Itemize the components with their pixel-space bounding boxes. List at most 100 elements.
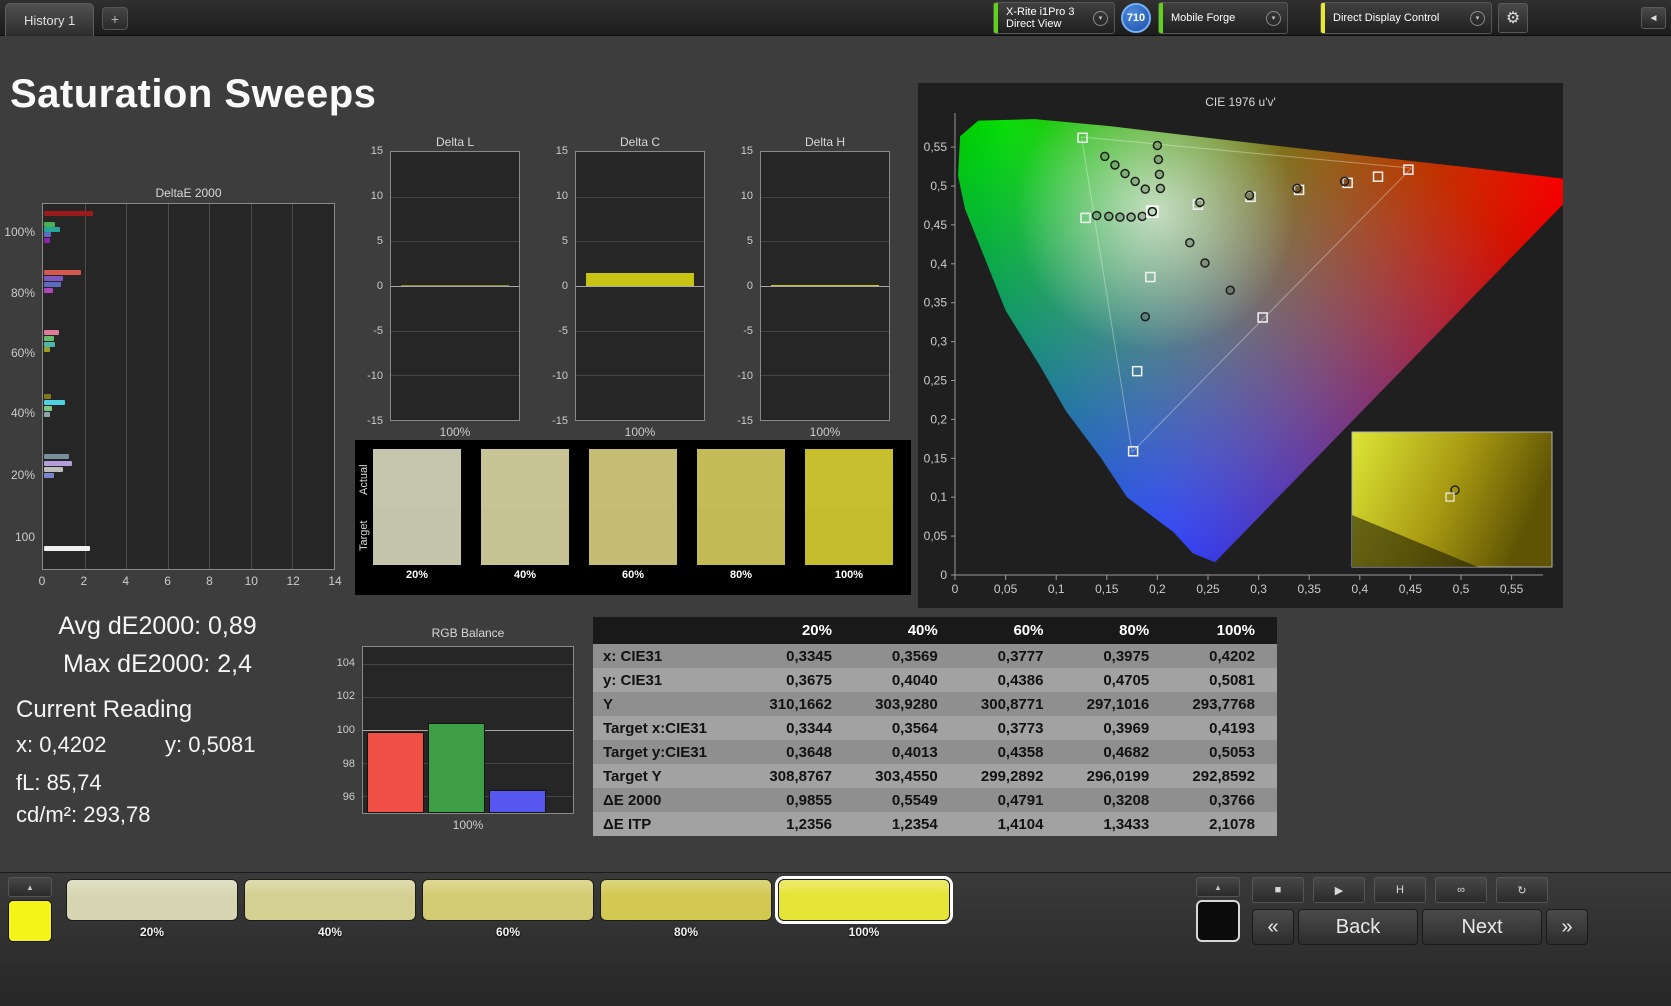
meter-count-badge[interactable]: 710 — [1121, 3, 1151, 33]
axis-tick-label: -10 — [737, 370, 753, 382]
saturation-patch-60%[interactable]: 60% — [422, 879, 594, 943]
add-tab-button[interactable]: + — [102, 7, 128, 30]
saturation-patch-100%[interactable]: 100% — [778, 879, 950, 943]
result-up-button[interactable]: ▲ — [1196, 877, 1240, 897]
axis-tick-label: 60% — [10, 346, 35, 361]
table-cell: 0,3344 — [748, 716, 854, 740]
delta-l-plot-area — [390, 151, 520, 421]
table-cell: 299,2892 — [959, 764, 1066, 788]
current-cdm2-reading: cd/m²: 293,78 — [16, 802, 151, 827]
measured-point — [1140, 184, 1151, 194]
meter-dropdown-text: X-Rite i1Pro 3 Direct View — [1006, 6, 1084, 30]
loop-button[interactable]: ∞ — [1435, 877, 1487, 903]
axis-tick-label: 0,35 — [924, 296, 948, 310]
swatch-40% — [481, 449, 569, 565]
table-cell: 308,8767 — [748, 764, 854, 788]
result-swatch-button[interactable] — [1196, 900, 1240, 942]
play-button[interactable]: ▶ — [1313, 877, 1365, 903]
green-bar — [428, 723, 485, 813]
measured-point — [1104, 211, 1114, 222]
deltae-bar — [44, 454, 69, 460]
deltae2000-chart-title: DeltaE 2000 — [155, 186, 222, 200]
table-cell: 1,2356 — [748, 812, 854, 836]
table-row: x: CIE31 0,3345 0,3569 0,3777 0,3975 0,4202 — [593, 644, 1277, 668]
delta-c-plot-area — [575, 151, 705, 421]
column-header: 100% — [1171, 617, 1277, 644]
table-row: Y 310,1662 303,9280 300,8771 297,1016 293,776… — [593, 692, 1277, 716]
patch-swatch — [778, 879, 950, 921]
axis-tick-label: 0,5 — [930, 179, 947, 193]
table-cell: 303,4550 — [854, 764, 960, 788]
collapse-panel-button[interactable]: ◄ — [1641, 7, 1666, 29]
table-row: Target Y 308,8767 303,4550 299,2892 296,0199… — [593, 764, 1277, 788]
gridline — [391, 330, 519, 332]
workflow-name: Mobile Forge — [1171, 12, 1236, 24]
meter-mode: Direct View — [1006, 18, 1062, 30]
actual-swatch — [805, 449, 893, 507]
deltae-bar — [44, 473, 55, 479]
axis-tick-label: 10 — [555, 190, 568, 202]
deltae-bar — [44, 232, 52, 238]
row-label: x: CIE31 — [593, 644, 749, 668]
refresh-button[interactable]: ↻ — [1496, 877, 1548, 903]
table-cell: 310,1662 — [748, 692, 854, 716]
axis-tick-label: -15 — [737, 415, 753, 427]
column-header: 80% — [1065, 617, 1172, 644]
deltae2000-x-axis: 0 2 4 6 8 10 12 14 — [39, 574, 342, 590]
gear-icon: ⚙ — [1505, 10, 1521, 27]
sample-up-button[interactable]: ▲ — [8, 877, 52, 897]
axis-tick-label: 104 — [336, 656, 355, 669]
measured-point — [1140, 311, 1151, 322]
table-row: Target y:CIE31 0,3648 0,4013 0,4358 0,4682 0,… — [593, 740, 1277, 764]
axis-tick-label: -15 — [367, 415, 383, 427]
next-button[interactable]: Next — [1422, 909, 1542, 945]
delta-l-chart: Delta L 15 10 5 0 -5 -10 -15 100% — [355, 135, 535, 439]
axis-tick-label: 0 — [940, 568, 947, 582]
column-header: 60% — [959, 617, 1066, 644]
settings-button[interactable]: ⚙ — [1498, 3, 1528, 33]
meter-dropdown[interactable]: X-Rite i1Pro 3 Direct View ▾ — [993, 2, 1115, 34]
target-swatch — [481, 507, 569, 565]
patch-label: 20% — [139, 925, 165, 939]
deltae-bar — [44, 276, 63, 282]
gridline — [250, 204, 252, 569]
axis-tick-label: 100 — [14, 529, 35, 544]
measured-point — [1137, 211, 1147, 222]
display-control-dropdown[interactable]: Direct Display Control ▾ — [1320, 2, 1492, 34]
history-tab[interactable]: History 1 — [5, 3, 95, 36]
table-cell: 1,3433 — [1065, 812, 1172, 836]
current-reading-heading: Current Reading — [16, 696, 193, 723]
axis-tick-label: 0,1 — [930, 490, 947, 504]
axis-tick-label: 0,25 — [924, 374, 948, 388]
refresh-icon: ↻ — [1517, 884, 1527, 897]
axis-tick-label: 20% — [10, 467, 35, 482]
chevron-down-icon: ▾ — [1093, 10, 1108, 26]
patch-label: 100% — [848, 925, 880, 939]
delta-h-chart-title: Delta H — [804, 135, 845, 149]
saturation-patch-40%[interactable]: 40% — [244, 879, 416, 943]
row-label: Target Y — [593, 764, 749, 788]
measured-point — [1244, 190, 1255, 201]
saturation-patch-20%[interactable]: 20% — [66, 879, 238, 943]
column-header: 40% — [854, 617, 960, 644]
workflow-dropdown[interactable]: Mobile Forge ▾ — [1158, 2, 1288, 34]
patch-swatch — [422, 879, 594, 921]
axis-tick-label: 0,5 — [1453, 582, 1470, 596]
saturation-patch-80%[interactable]: 80% — [600, 879, 772, 943]
table-cell: 0,5549 — [854, 788, 960, 812]
measured-point — [1339, 176, 1350, 187]
table-cell: 0,9855 — [748, 788, 854, 812]
table-cell: 0,4682 — [1065, 740, 1172, 764]
rgb-balance-chart: RGB Balance 104 102 100 98 96 100% — [330, 622, 582, 837]
h-marker-button[interactable]: H — [1374, 877, 1426, 903]
prev-page-button[interactable]: « — [1252, 909, 1294, 945]
bottom-bar: ▲ ▲ ■ ▶ H ∞ ↻ « Back Next » 20% 40% 60% 80% 100% — [0, 872, 1671, 1006]
back-button[interactable]: Back — [1298, 909, 1418, 945]
axis-tick-label: 80% — [10, 285, 35, 300]
gridline — [391, 286, 519, 287]
current-sample-swatch[interactable] — [8, 900, 52, 942]
gridline — [761, 375, 889, 377]
stop-button[interactable]: ■ — [1252, 877, 1304, 903]
table-cell: 297,1016 — [1065, 692, 1172, 716]
forward-page-button[interactable]: » — [1546, 909, 1588, 945]
